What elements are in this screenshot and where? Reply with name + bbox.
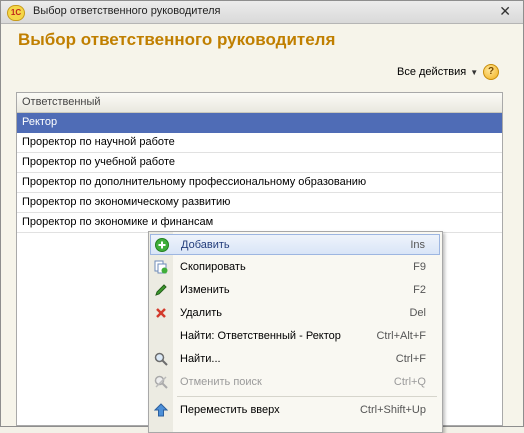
table-row[interactable]: Ректор [17,113,502,133]
table-row[interactable]: Проректор по экономике и финансам [17,213,502,233]
menu-item-cancel-search[interactable]: Отменить поиск Ctrl+Q [150,372,440,393]
menu-item-add[interactable]: Добавить Ins [150,234,440,255]
search-icon [154,352,168,366]
table-row[interactable]: Проректор по экономическому развитию [17,193,502,213]
add-icon [155,238,169,252]
app-logo-icon: 1C [7,5,25,21]
help-button[interactable]: ? [483,64,499,80]
menu-item-move-up[interactable]: Переместить вверх Ctrl+Shift+Up [150,400,440,421]
selection-window: 1C Выбор ответственного руководителя ✕ В… [0,0,524,433]
edit-icon [155,284,167,296]
menu-item-shortcut: Ctrl+Alt+F [376,330,426,342]
menu-item-delete[interactable]: Удалить Del [150,303,440,324]
menu-item-label: Добавить [181,239,230,251]
menu-separator [177,396,437,397]
menu-item-shortcut: F2 [413,284,426,296]
table-row[interactable]: Проректор по научной работе [17,133,502,153]
column-header-responsible[interactable]: Ответственный [17,93,502,113]
delete-icon [156,308,166,318]
all-actions-label: Все действия [397,66,467,78]
menu-item-shortcut: Del [409,307,426,319]
menu-item-label: Изменить [180,284,230,296]
menu-item-label: Скопировать [180,261,246,273]
menu-item-label: Найти... [180,353,221,365]
menu-item-shortcut: Ctrl+Shift+Up [359,404,426,416]
menu-item-shortcut: F9 [413,261,426,273]
cancel-search-icon [154,375,168,389]
chevron-down-icon: ▼ [470,68,479,77]
menu-item-label: Найти: Ответственный - Ректор [180,330,341,342]
context-menu: Добавить Ins Скопировать F9 Изменить F2 [148,231,443,433]
menu-item-shortcut: Ins [410,239,425,251]
menu-item-shortcut: Ctrl+Q [393,376,426,388]
page-title: Выбор ответственного руководителя [18,30,336,49]
all-actions-button[interactable]: Все действия ▼ [397,66,478,78]
table-row[interactable]: Проректор по учебной работе [17,153,502,173]
move-up-icon [154,403,168,417]
title-bar: 1C Выбор ответственного руководителя ✕ [1,1,523,24]
window-title: Выбор ответственного руководителя [33,5,221,17]
menu-item-label: Переместить вверх [180,404,280,416]
copy-icon [154,260,168,274]
menu-item-copy[interactable]: Скопировать F9 [150,257,440,278]
menu-item-label: Удалить [180,307,222,319]
menu-item-find[interactable]: Найти... Ctrl+F [150,349,440,370]
menu-item-edit[interactable]: Изменить F2 [150,280,440,301]
menu-item-find-by-value[interactable]: Найти: Ответственный - Ректор Ctrl+Alt+F [150,326,440,347]
close-button[interactable]: ✕ [499,3,511,19]
menu-item-label: Отменить поиск [180,376,262,388]
table-row[interactable]: Проректор по дополнительному профессиона… [17,173,502,193]
menu-item-shortcut: Ctrl+F [395,353,426,365]
